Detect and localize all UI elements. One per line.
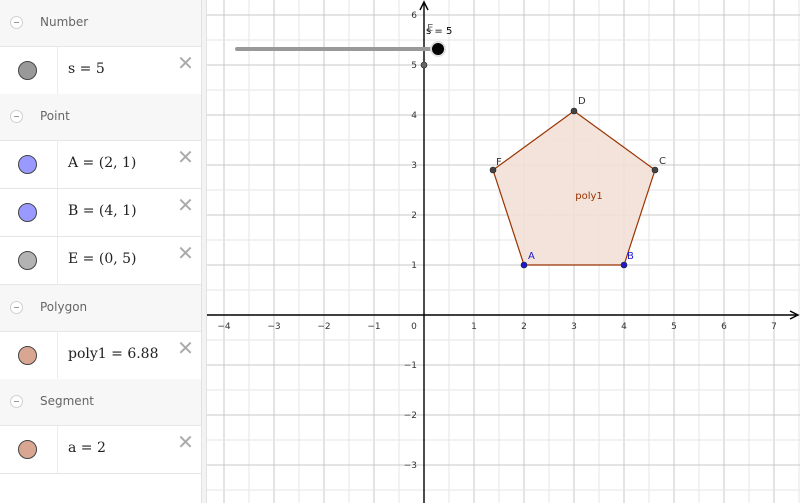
point-A[interactable] — [520, 261, 528, 269]
point-B[interactable] — [620, 261, 628, 269]
y-tick-label: 5 — [411, 61, 417, 71]
y-tick-label: 4 — [411, 111, 417, 121]
group-header-number[interactable]: Number — [0, 0, 201, 47]
x-tick-label: −1 — [367, 322, 380, 332]
x-tick-label: 7 — [771, 322, 777, 332]
divider — [57, 237, 58, 284]
algebra-row-A[interactable]: A = (2, 1) ✕ — [0, 141, 201, 189]
visibility-toggle-icon[interactable] — [18, 203, 37, 222]
algebra-expression[interactable]: poly1 = 6.88 — [68, 346, 159, 362]
y-tick-label: −2 — [404, 411, 417, 421]
y-tick-label: 3 — [411, 161, 417, 171]
grid — [207, 0, 800, 503]
point-label-E: E — [427, 23, 433, 34]
point-label-B: B — [627, 251, 634, 262]
slider-s[interactable]: s = 5 — [235, 26, 452, 57]
collapse-icon[interactable] — [10, 110, 23, 123]
collapse-icon[interactable] — [10, 301, 23, 314]
slider-handle[interactable] — [432, 43, 444, 55]
collapse-icon[interactable] — [10, 395, 23, 408]
visibility-toggle-icon[interactable] — [18, 155, 37, 174]
group-header-point[interactable]: Point — [0, 94, 201, 141]
divider — [57, 332, 58, 379]
x-tick-label: 2 — [521, 322, 527, 332]
visibility-toggle-icon[interactable] — [18, 346, 37, 365]
polygon-shape[interactable] — [492, 110, 656, 266]
algebra-expression[interactable]: B = (4, 1) — [68, 203, 137, 219]
x-tick-label: 0 — [411, 322, 417, 332]
x-tick-label: 6 — [721, 322, 727, 332]
x-tick-label: 1 — [471, 322, 477, 332]
algebra-expression[interactable]: E = (0, 5) — [68, 251, 137, 267]
x-tick-label: −2 — [317, 322, 330, 332]
y-tick-label: 1 — [411, 261, 417, 271]
delete-icon[interactable]: ✕ — [176, 195, 195, 215]
algebra-expression[interactable]: A = (2, 1) — [68, 155, 136, 171]
tick-labels: −4 −3 −2 −1 0 1 2 3 4 5 6 7 6 5 4 3 2 1 −1 −2 −3 — [217, 11, 777, 471]
algebra-row-a[interactable]: a = 2 ✕ — [0, 426, 201, 474]
delete-icon[interactable]: ✕ — [176, 338, 195, 358]
visibility-toggle-icon[interactable] — [18, 251, 37, 270]
y-tick-label: −1 — [404, 361, 417, 371]
divider — [57, 189, 58, 236]
algebra-row-B[interactable]: B = (4, 1) ✕ — [0, 189, 201, 237]
visibility-toggle-icon[interactable] — [18, 440, 37, 459]
x-tick-label: 4 — [621, 322, 627, 332]
algebra-row-E[interactable]: E = (0, 5) ✕ — [0, 237, 201, 285]
group-label: Polygon — [40, 300, 88, 314]
point-label-A: A — [528, 251, 535, 262]
point-label-D: D — [578, 96, 586, 107]
point-label-C: C — [659, 156, 666, 167]
polygon-poly1[interactable]: poly1 — [492, 110, 656, 266]
y-tick-label: 2 — [411, 211, 417, 221]
group-header-polygon[interactable]: Polygon — [0, 285, 201, 332]
point-label-F: F — [496, 157, 502, 168]
group-label: Segment — [40, 394, 94, 408]
axes — [207, 0, 800, 503]
delete-icon[interactable]: ✕ — [176, 147, 195, 167]
algebra-row-poly1[interactable]: poly1 = 6.88 ✕ — [0, 332, 201, 380]
group-header-segment[interactable]: Segment — [0, 379, 201, 426]
y-tick-label: 6 — [411, 11, 417, 21]
algebra-row-s[interactable]: s = 5 ✕ — [0, 47, 201, 95]
visibility-toggle-icon[interactable] — [18, 61, 37, 80]
divider — [57, 47, 58, 94]
y-tick-label: −3 — [404, 461, 417, 471]
algebra-expression[interactable]: a = 2 — [68, 440, 106, 456]
delete-icon[interactable]: ✕ — [176, 53, 195, 73]
point-E[interactable] — [420, 61, 428, 69]
divider — [57, 141, 58, 188]
group-label: Point — [40, 109, 70, 123]
x-tick-label: −3 — [267, 322, 280, 332]
algebra-expression[interactable]: s = 5 — [68, 61, 105, 77]
x-tick-label: 5 — [671, 322, 677, 332]
point-C[interactable] — [651, 166, 659, 174]
point-D[interactable] — [570, 107, 578, 115]
algebra-view: Number s = 5 ✕ Point A = (2, 1) ✕ B = (4… — [0, 0, 201, 503]
graphics-view[interactable]: −4 −3 −2 −1 0 1 2 3 4 5 6 7 6 5 4 3 2 1 −1 −2 −3 s = 5 poly1… — [207, 0, 800, 503]
delete-icon[interactable]: ✕ — [176, 243, 195, 263]
x-tick-label: −4 — [217, 322, 231, 332]
divider — [57, 426, 58, 473]
polygon-label: poly1 — [575, 191, 603, 202]
collapse-icon[interactable] — [10, 16, 23, 29]
group-label: Number — [40, 15, 89, 29]
x-tick-label: 3 — [571, 322, 577, 332]
delete-icon[interactable]: ✕ — [176, 432, 195, 452]
